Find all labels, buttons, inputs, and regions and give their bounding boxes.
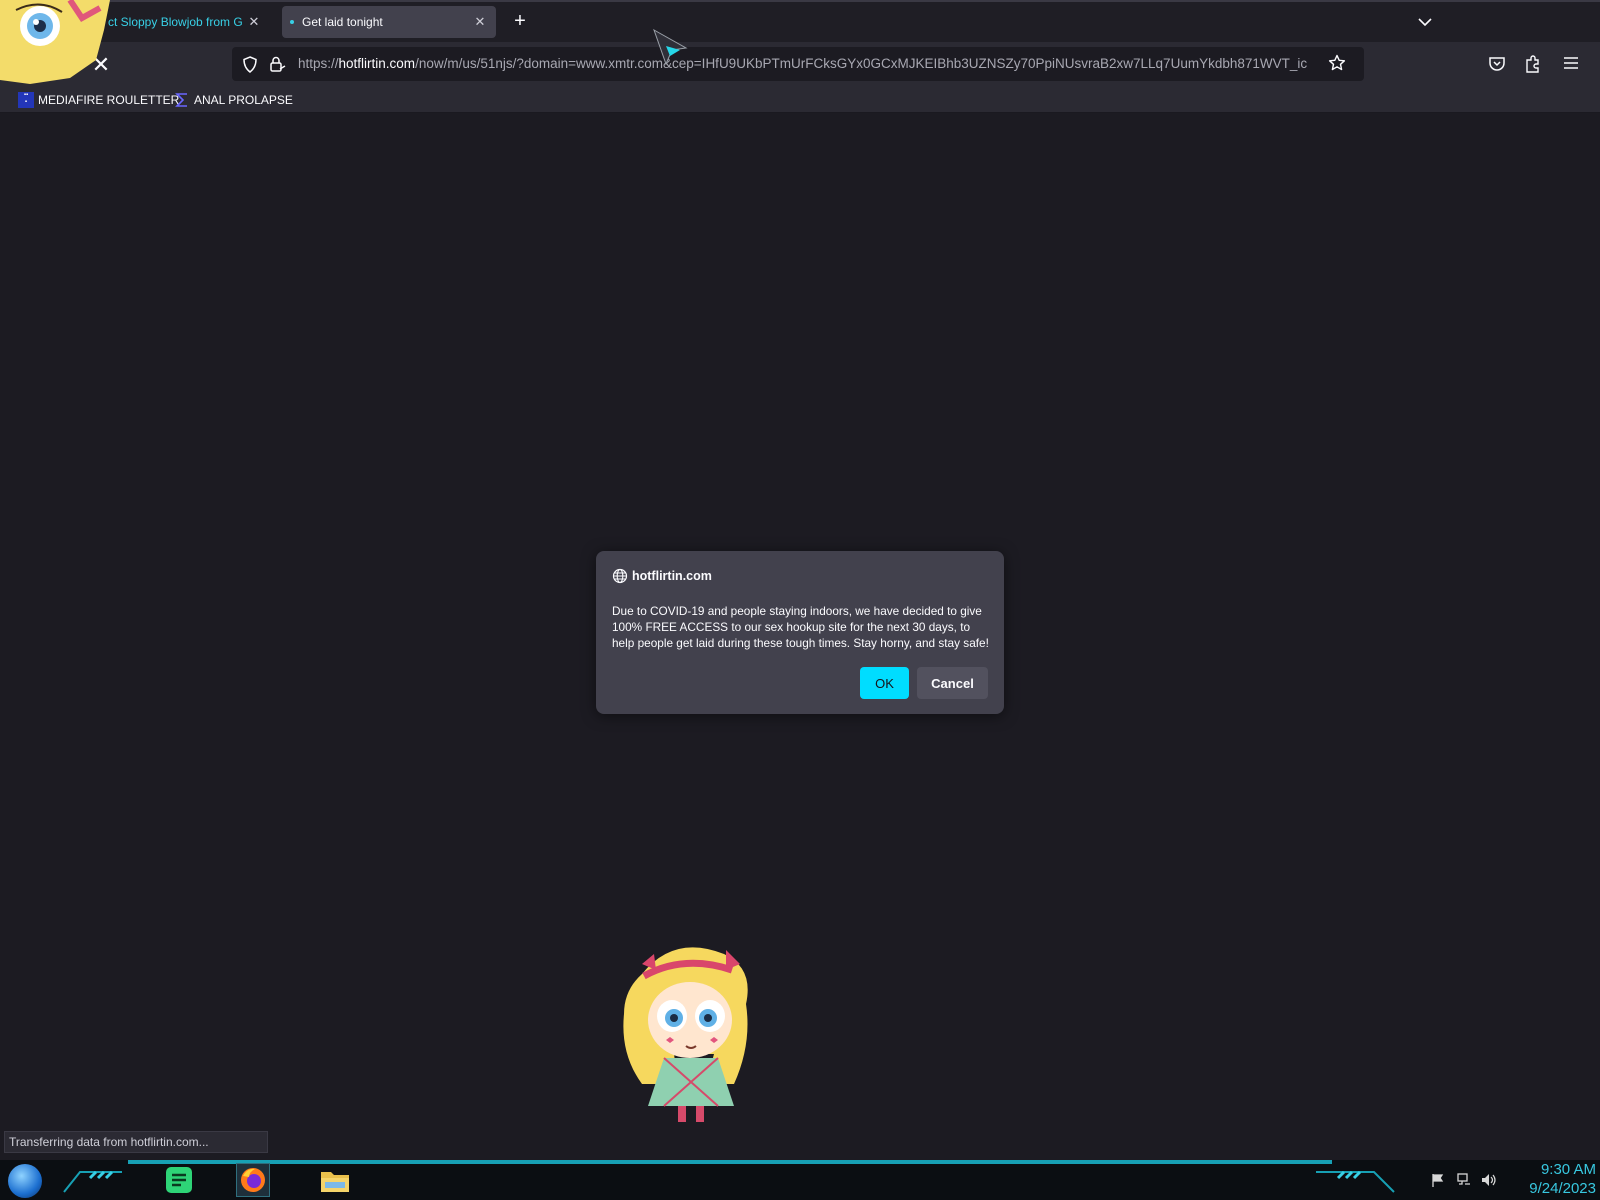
alert-dialog: hotflirtin.com Due to COVID-19 and peopl… xyxy=(596,551,1004,714)
tab-get-laid[interactable]: Get laid tonight ✕ xyxy=(282,6,496,38)
list-all-tabs-button[interactable] xyxy=(1414,12,1436,32)
lock-icon[interactable] xyxy=(268,55,286,73)
bookmarks-toolbar: ▪▪ ▪ MEDIAFIRE ROULETTER ANAL PROLAPSE xyxy=(0,88,1600,113)
close-icon[interactable]: ✕ xyxy=(472,14,488,30)
bookmark-label: ANAL PROLAPSE xyxy=(194,93,293,107)
action-center-flag-icon[interactable] xyxy=(1430,1172,1446,1188)
file-explorer-button[interactable] xyxy=(318,1163,352,1197)
taskbar-decoration xyxy=(1316,1170,1395,1193)
dialog-origin-label: hotflirtin.com xyxy=(632,569,712,583)
cartoon-character-corner-image xyxy=(0,0,110,84)
url-prefix: https:// xyxy=(298,56,339,71)
dialog-origin: hotflirtin.com xyxy=(612,568,712,584)
taskbar: 9:30 AM 9/24/2023 xyxy=(0,1160,1600,1200)
sigma-icon xyxy=(175,93,187,107)
bookmark-mediafire[interactable]: ▪▪ ▪ MEDIAFIRE ROULETTER xyxy=(18,91,179,109)
dialog-message: Due to COVID-19 and people staying indoo… xyxy=(612,604,989,650)
pocket-icon[interactable] xyxy=(1488,55,1506,73)
clock-time: 9:30 AM xyxy=(1540,1161,1596,1178)
status-panel: Transferring data from hotflirtin.com... xyxy=(4,1131,268,1153)
url-path: /now/m/us/51njs/?domain=www.xmtr.com&cep… xyxy=(415,56,1308,71)
bookmark-prolapse[interactable]: ANAL PROLAPSE xyxy=(174,91,293,109)
window-top-edge xyxy=(100,0,1600,2)
tab-sloppy[interactable]: ct Sloppy Blowjob from G ✕ xyxy=(100,6,270,38)
firefox-button[interactable] xyxy=(236,1163,270,1197)
cancel-button[interactable]: Cancel xyxy=(917,667,988,699)
firefox-icon xyxy=(241,1168,265,1192)
cartoon-character-image xyxy=(623,947,748,1122)
notes-app-button[interactable] xyxy=(162,1163,196,1197)
hamburger-menu-icon[interactable] xyxy=(1562,55,1580,71)
network-icon[interactable] xyxy=(1456,1172,1472,1188)
extensions-icon[interactable] xyxy=(1524,54,1542,74)
tracking-shield-icon[interactable] xyxy=(242,56,258,73)
start-orb-icon[interactable] xyxy=(8,1164,42,1198)
close-icon[interactable]: ✕ xyxy=(246,14,262,30)
bookmark-label: MEDIAFIRE ROULETTER xyxy=(38,93,180,107)
tab-title: ct Sloppy Blowjob from G xyxy=(108,15,243,29)
system-clock[interactable]: 9:30 AM 9/24/2023 xyxy=(1500,1160,1596,1198)
bookmark-star-icon[interactable] xyxy=(1328,54,1346,72)
ok-button[interactable]: OK xyxy=(860,667,909,699)
taskbar-decoration xyxy=(63,1170,122,1193)
taskbar-accent-line xyxy=(128,1160,1332,1164)
hf-icon: ▪▪ ▪ xyxy=(18,92,34,108)
tab-strip: ct Sloppy Blowjob from G ✕ Get laid toni… xyxy=(0,0,1600,42)
globe-icon xyxy=(612,568,628,584)
loading-dot-icon xyxy=(290,20,294,24)
url-text[interactable]: https://hotflirtin.com/now/m/us/51njs/?d… xyxy=(298,56,1308,71)
chevron-down-icon xyxy=(1418,18,1432,27)
url-domain: hotflirtin.com xyxy=(338,56,416,71)
clock-date: 9/24/2023 xyxy=(1529,1180,1596,1197)
new-tab-button[interactable]: + xyxy=(508,10,532,34)
navigation-toolbar: ✕ https://hotflirtin.com/now/m/us/51njs/… xyxy=(0,42,1600,88)
mouse-cursor-icon xyxy=(653,28,688,66)
notes-app-icon xyxy=(166,1167,192,1193)
tab-title: Get laid tonight xyxy=(302,15,383,29)
url-bar[interactable]: https://hotflirtin.com/now/m/us/51njs/?d… xyxy=(232,47,1364,81)
volume-icon[interactable] xyxy=(1480,1172,1498,1188)
file-explorer-icon xyxy=(321,1172,349,1192)
